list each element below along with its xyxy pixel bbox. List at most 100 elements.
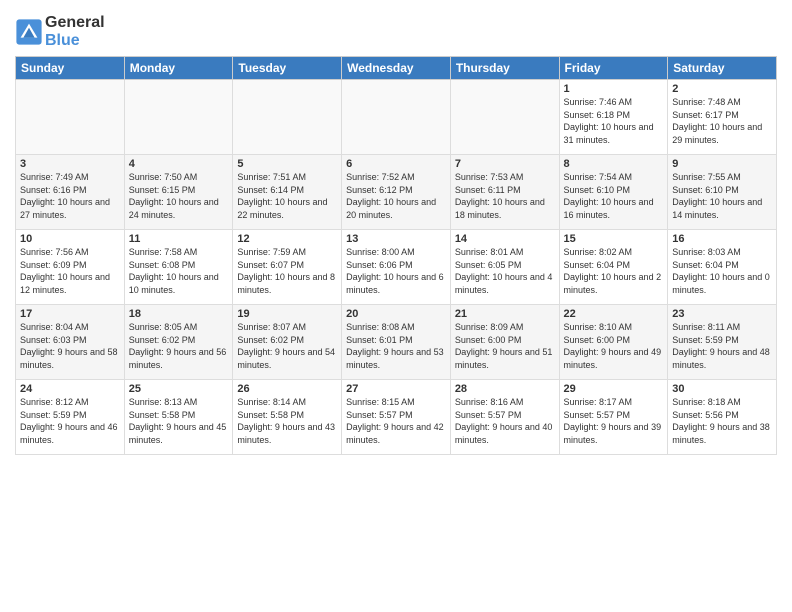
calendar-cell: 3Sunrise: 7:49 AM Sunset: 6:16 PM Daylig… bbox=[16, 155, 125, 230]
calendar-cell bbox=[342, 80, 451, 155]
calendar-header-thursday: Thursday bbox=[450, 57, 559, 80]
logo-text: General Blue bbox=[45, 14, 105, 50]
day-info: Sunrise: 8:14 AM Sunset: 5:58 PM Dayligh… bbox=[237, 396, 337, 446]
calendar-cell: 1Sunrise: 7:46 AM Sunset: 6:18 PM Daylig… bbox=[559, 80, 668, 155]
calendar-cell: 4Sunrise: 7:50 AM Sunset: 6:15 PM Daylig… bbox=[124, 155, 233, 230]
day-number: 24 bbox=[20, 383, 120, 395]
calendar-cell: 11Sunrise: 7:58 AM Sunset: 6:08 PM Dayli… bbox=[124, 230, 233, 305]
day-number: 15 bbox=[564, 233, 664, 245]
day-number: 23 bbox=[672, 308, 772, 320]
calendar-cell bbox=[124, 80, 233, 155]
day-number: 10 bbox=[20, 233, 120, 245]
day-number: 11 bbox=[129, 233, 229, 245]
day-info: Sunrise: 8:11 AM Sunset: 5:59 PM Dayligh… bbox=[672, 321, 772, 371]
day-number: 22 bbox=[564, 308, 664, 320]
calendar-cell: 16Sunrise: 8:03 AM Sunset: 6:04 PM Dayli… bbox=[668, 230, 777, 305]
calendar-cell: 7Sunrise: 7:53 AM Sunset: 6:11 PM Daylig… bbox=[450, 155, 559, 230]
day-number: 9 bbox=[672, 158, 772, 170]
calendar-cell: 23Sunrise: 8:11 AM Sunset: 5:59 PM Dayli… bbox=[668, 305, 777, 380]
day-info: Sunrise: 7:46 AM Sunset: 6:18 PM Dayligh… bbox=[564, 96, 664, 146]
calendar-cell: 30Sunrise: 8:18 AM Sunset: 5:56 PM Dayli… bbox=[668, 380, 777, 455]
day-info: Sunrise: 8:12 AM Sunset: 5:59 PM Dayligh… bbox=[20, 396, 120, 446]
day-number: 6 bbox=[346, 158, 446, 170]
day-info: Sunrise: 7:59 AM Sunset: 6:07 PM Dayligh… bbox=[237, 246, 337, 296]
day-number: 8 bbox=[564, 158, 664, 170]
day-number: 1 bbox=[564, 83, 664, 95]
calendar-cell: 6Sunrise: 7:52 AM Sunset: 6:12 PM Daylig… bbox=[342, 155, 451, 230]
day-info: Sunrise: 7:53 AM Sunset: 6:11 PM Dayligh… bbox=[455, 171, 555, 221]
calendar-cell: 14Sunrise: 8:01 AM Sunset: 6:05 PM Dayli… bbox=[450, 230, 559, 305]
calendar: SundayMondayTuesdayWednesdayThursdayFrid… bbox=[15, 56, 777, 455]
day-number: 21 bbox=[455, 308, 555, 320]
day-info: Sunrise: 8:09 AM Sunset: 6:00 PM Dayligh… bbox=[455, 321, 555, 371]
calendar-body: 1Sunrise: 7:46 AM Sunset: 6:18 PM Daylig… bbox=[16, 80, 777, 455]
calendar-cell: 5Sunrise: 7:51 AM Sunset: 6:14 PM Daylig… bbox=[233, 155, 342, 230]
day-number: 30 bbox=[672, 383, 772, 395]
day-info: Sunrise: 8:16 AM Sunset: 5:57 PM Dayligh… bbox=[455, 396, 555, 446]
day-number: 26 bbox=[237, 383, 337, 395]
day-number: 4 bbox=[129, 158, 229, 170]
calendar-header-sunday: Sunday bbox=[16, 57, 125, 80]
day-info: Sunrise: 8:10 AM Sunset: 6:00 PM Dayligh… bbox=[564, 321, 664, 371]
day-number: 28 bbox=[455, 383, 555, 395]
day-info: Sunrise: 7:48 AM Sunset: 6:17 PM Dayligh… bbox=[672, 96, 772, 146]
day-info: Sunrise: 7:58 AM Sunset: 6:08 PM Dayligh… bbox=[129, 246, 229, 296]
calendar-cell: 27Sunrise: 8:15 AM Sunset: 5:57 PM Dayli… bbox=[342, 380, 451, 455]
day-number: 3 bbox=[20, 158, 120, 170]
day-info: Sunrise: 7:49 AM Sunset: 6:16 PM Dayligh… bbox=[20, 171, 120, 221]
calendar-cell bbox=[450, 80, 559, 155]
calendar-header-saturday: Saturday bbox=[668, 57, 777, 80]
day-info: Sunrise: 7:51 AM Sunset: 6:14 PM Dayligh… bbox=[237, 171, 337, 221]
calendar-cell bbox=[233, 80, 342, 155]
calendar-cell: 8Sunrise: 7:54 AM Sunset: 6:10 PM Daylig… bbox=[559, 155, 668, 230]
calendar-week-1: 1Sunrise: 7:46 AM Sunset: 6:18 PM Daylig… bbox=[16, 80, 777, 155]
calendar-cell: 10Sunrise: 7:56 AM Sunset: 6:09 PM Dayli… bbox=[16, 230, 125, 305]
calendar-cell: 25Sunrise: 8:13 AM Sunset: 5:58 PM Dayli… bbox=[124, 380, 233, 455]
calendar-cell: 22Sunrise: 8:10 AM Sunset: 6:00 PM Dayli… bbox=[559, 305, 668, 380]
calendar-week-2: 3Sunrise: 7:49 AM Sunset: 6:16 PM Daylig… bbox=[16, 155, 777, 230]
logo: General Blue bbox=[15, 14, 105, 50]
day-number: 18 bbox=[129, 308, 229, 320]
calendar-cell: 29Sunrise: 8:17 AM Sunset: 5:57 PM Dayli… bbox=[559, 380, 668, 455]
calendar-week-5: 24Sunrise: 8:12 AM Sunset: 5:59 PM Dayli… bbox=[16, 380, 777, 455]
day-number: 2 bbox=[672, 83, 772, 95]
calendar-cell: 24Sunrise: 8:12 AM Sunset: 5:59 PM Dayli… bbox=[16, 380, 125, 455]
calendar-week-3: 10Sunrise: 7:56 AM Sunset: 6:09 PM Dayli… bbox=[16, 230, 777, 305]
calendar-cell: 19Sunrise: 8:07 AM Sunset: 6:02 PM Dayli… bbox=[233, 305, 342, 380]
day-number: 29 bbox=[564, 383, 664, 395]
day-info: Sunrise: 7:55 AM Sunset: 6:10 PM Dayligh… bbox=[672, 171, 772, 221]
day-number: 5 bbox=[237, 158, 337, 170]
calendar-cell: 9Sunrise: 7:55 AM Sunset: 6:10 PM Daylig… bbox=[668, 155, 777, 230]
day-number: 14 bbox=[455, 233, 555, 245]
header: General Blue bbox=[15, 10, 777, 50]
calendar-cell bbox=[16, 80, 125, 155]
calendar-header-row: SundayMondayTuesdayWednesdayThursdayFrid… bbox=[16, 57, 777, 80]
calendar-cell: 26Sunrise: 8:14 AM Sunset: 5:58 PM Dayli… bbox=[233, 380, 342, 455]
day-info: Sunrise: 7:54 AM Sunset: 6:10 PM Dayligh… bbox=[564, 171, 664, 221]
day-info: Sunrise: 8:18 AM Sunset: 5:56 PM Dayligh… bbox=[672, 396, 772, 446]
day-number: 17 bbox=[20, 308, 120, 320]
day-info: Sunrise: 8:15 AM Sunset: 5:57 PM Dayligh… bbox=[346, 396, 446, 446]
day-number: 13 bbox=[346, 233, 446, 245]
day-number: 19 bbox=[237, 308, 337, 320]
calendar-cell: 20Sunrise: 8:08 AM Sunset: 6:01 PM Dayli… bbox=[342, 305, 451, 380]
logo-icon bbox=[15, 18, 43, 46]
day-info: Sunrise: 8:04 AM Sunset: 6:03 PM Dayligh… bbox=[20, 321, 120, 371]
day-number: 12 bbox=[237, 233, 337, 245]
day-info: Sunrise: 8:07 AM Sunset: 6:02 PM Dayligh… bbox=[237, 321, 337, 371]
day-info: Sunrise: 8:13 AM Sunset: 5:58 PM Dayligh… bbox=[129, 396, 229, 446]
day-number: 27 bbox=[346, 383, 446, 395]
calendar-cell: 18Sunrise: 8:05 AM Sunset: 6:02 PM Dayli… bbox=[124, 305, 233, 380]
calendar-header-wednesday: Wednesday bbox=[342, 57, 451, 80]
day-info: Sunrise: 7:50 AM Sunset: 6:15 PM Dayligh… bbox=[129, 171, 229, 221]
day-info: Sunrise: 8:03 AM Sunset: 6:04 PM Dayligh… bbox=[672, 246, 772, 296]
day-info: Sunrise: 8:01 AM Sunset: 6:05 PM Dayligh… bbox=[455, 246, 555, 296]
calendar-header-monday: Monday bbox=[124, 57, 233, 80]
day-info: Sunrise: 8:17 AM Sunset: 5:57 PM Dayligh… bbox=[564, 396, 664, 446]
day-number: 16 bbox=[672, 233, 772, 245]
calendar-cell: 15Sunrise: 8:02 AM Sunset: 6:04 PM Dayli… bbox=[559, 230, 668, 305]
day-info: Sunrise: 7:56 AM Sunset: 6:09 PM Dayligh… bbox=[20, 246, 120, 296]
day-info: Sunrise: 8:08 AM Sunset: 6:01 PM Dayligh… bbox=[346, 321, 446, 371]
calendar-cell: 28Sunrise: 8:16 AM Sunset: 5:57 PM Dayli… bbox=[450, 380, 559, 455]
calendar-header-tuesday: Tuesday bbox=[233, 57, 342, 80]
